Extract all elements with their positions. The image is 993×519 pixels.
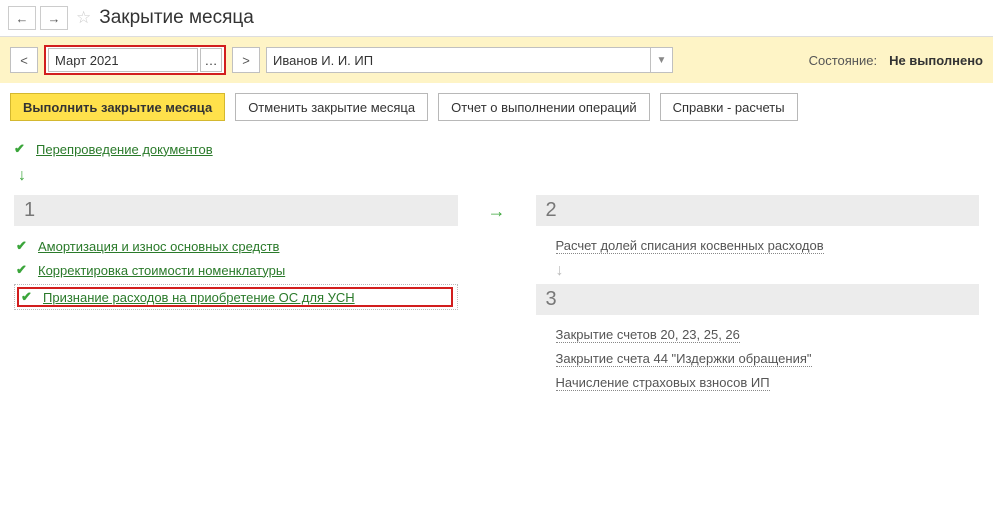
- page-title: Закрытие месяца: [99, 7, 254, 29]
- nav-forward-button[interactable]: →: [40, 6, 68, 30]
- status-value: Не выполнено: [889, 53, 983, 68]
- highlighted-operation: ✔ Признание расходов на приобретение ОС …: [17, 287, 453, 307]
- execute-button[interactable]: Выполнить закрытие месяца: [10, 93, 225, 121]
- indirect-costs-link[interactable]: Расчет долей списания косвенных расходов: [556, 238, 824, 254]
- organization-dropdown-button[interactable]: ▼: [651, 47, 673, 73]
- repost-documents-link[interactable]: Перепроведение документов: [36, 142, 213, 157]
- period-field[interactable]: Март 2021: [48, 48, 198, 72]
- report-button[interactable]: Отчет о выполнении операций: [438, 93, 650, 121]
- favorite-icon[interactable]: ☆: [76, 8, 91, 28]
- arrow-down-icon: ↓: [14, 161, 979, 195]
- depreciation-link[interactable]: Амортизация и износ основных средств: [38, 239, 279, 254]
- close-account-44-link[interactable]: Закрытие счета 44 "Издержки обращения": [556, 351, 812, 367]
- cost-adjustment-link[interactable]: Корректировка стоимости номенклатуры: [38, 263, 285, 278]
- check-icon: ✔: [16, 262, 30, 278]
- nav-back-button[interactable]: ←: [8, 6, 36, 30]
- organization-value: Иванов И. И. ИП: [273, 53, 373, 68]
- organization-field[interactable]: Иванов И. И. ИП: [266, 47, 651, 73]
- period-highlight: Март 2021 …: [44, 45, 226, 75]
- check-icon: ✔: [16, 238, 30, 254]
- period-prev-button[interactable]: <: [10, 47, 38, 73]
- period-picker-button[interactable]: …: [200, 48, 222, 72]
- arrow-right-icon: →: [488, 195, 506, 222]
- insurance-ip-link[interactable]: Начисление страховых взносов ИП: [556, 375, 770, 391]
- close-accounts-20-link[interactable]: Закрытие счетов 20, 23, 25, 26: [556, 327, 740, 343]
- step-3-header: 3: [536, 284, 980, 315]
- step-2-header: 2: [536, 195, 980, 226]
- usn-expenses-link[interactable]: Признание расходов на приобретение ОС дл…: [43, 290, 355, 305]
- period-next-button[interactable]: >: [232, 47, 260, 73]
- check-icon: ✔: [14, 141, 28, 157]
- step-1-header: 1: [14, 195, 458, 226]
- cancel-button[interactable]: Отменить закрытие месяца: [235, 93, 428, 121]
- references-button[interactable]: Справки - расчеты: [660, 93, 798, 121]
- arrow-down-icon: ↓: [536, 258, 980, 284]
- period-value: Март 2021: [55, 53, 119, 68]
- check-icon: ✔: [21, 289, 35, 305]
- status-label: Состояние:: [809, 53, 877, 68]
